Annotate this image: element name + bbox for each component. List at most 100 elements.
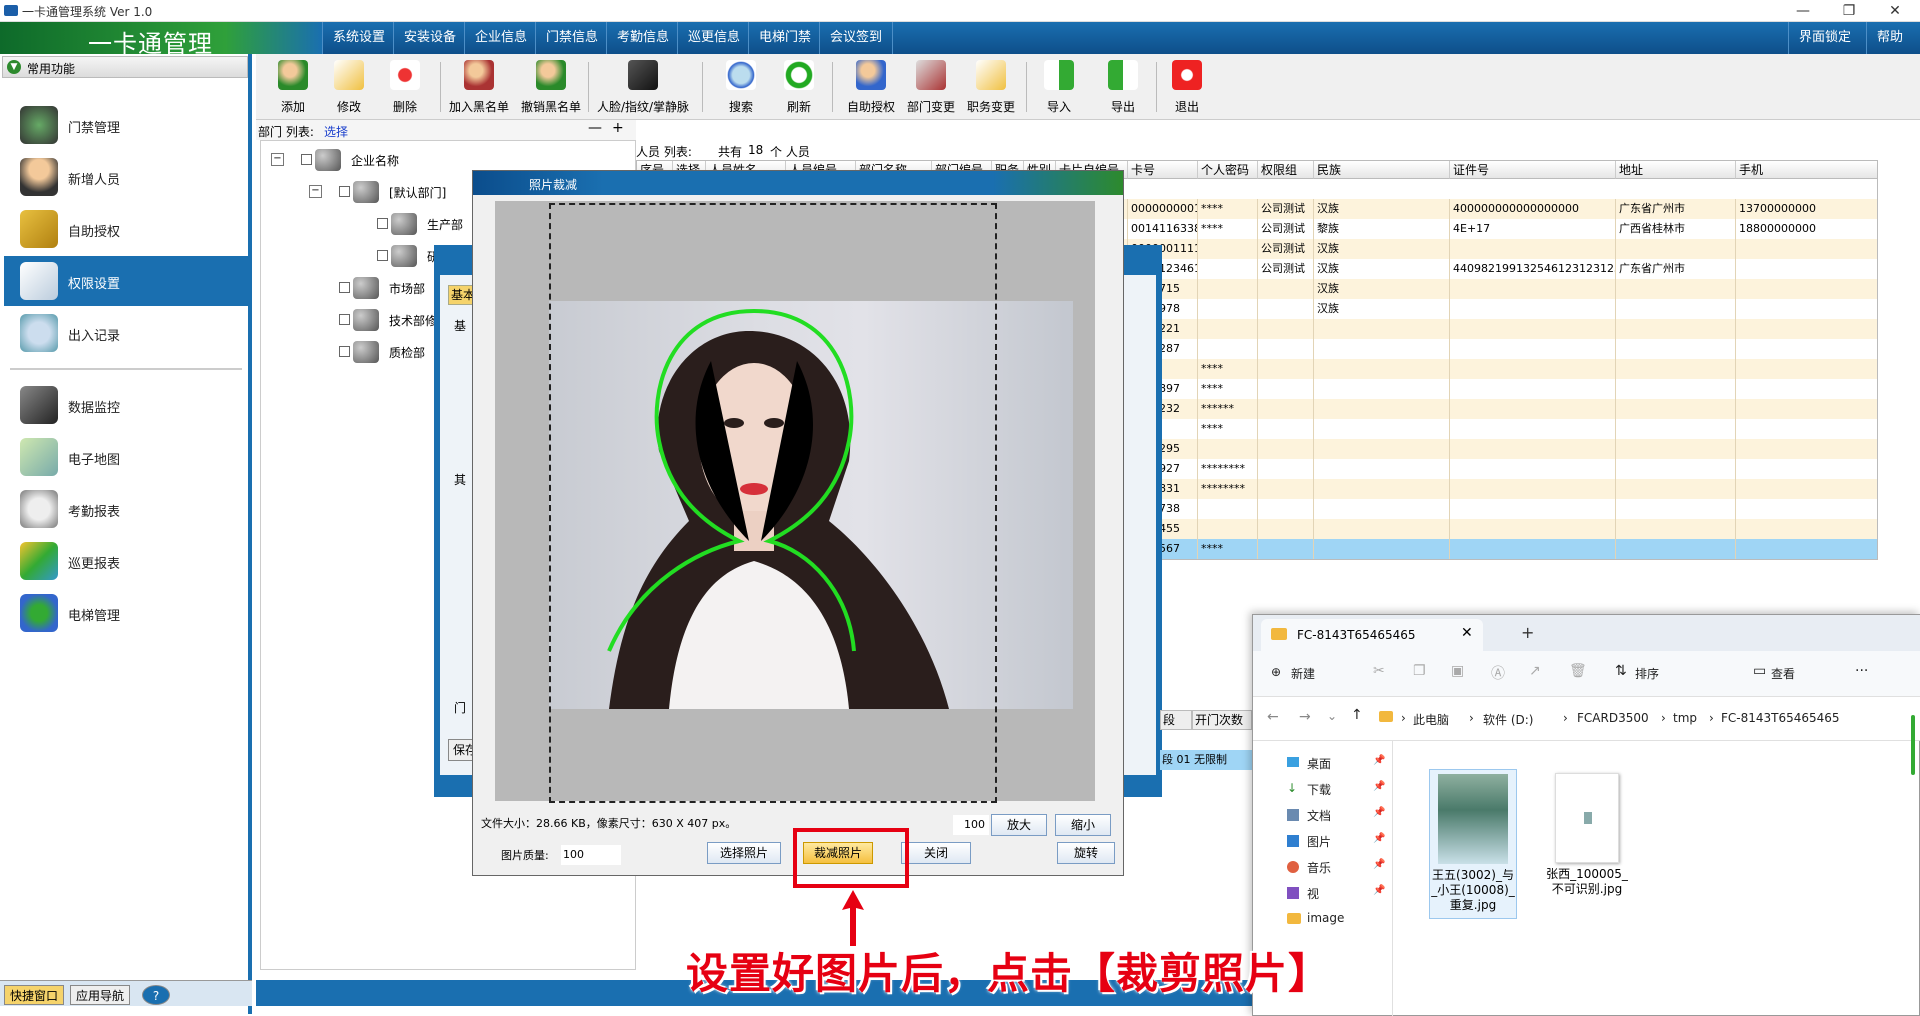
import-button[interactable]: 导入 [1030, 54, 1088, 120]
sidebar-item-map[interactable]: 电子地图 [4, 432, 248, 482]
menu-attendance-info[interactable]: 考勤信息 [606, 22, 679, 54]
view-icon[interactable]: ▭ [1753, 663, 1766, 679]
col-header[interactable]: 地址 [1616, 161, 1736, 179]
menu-system-settings[interactable]: 系统设置 [322, 22, 395, 54]
tree-checkbox[interactable] [339, 346, 350, 357]
pin-icon[interactable]: 📌 [1373, 755, 1385, 766]
quality-input[interactable]: 100 [561, 845, 621, 865]
tree-node-root[interactable]: 企业名称 [301, 149, 501, 171]
file-item[interactable]: 王五(3002)_与_小王(10008)_重复.jpg [1429, 769, 1517, 919]
sidebar-item-monitor[interactable]: 数据监控 [4, 380, 248, 430]
forward-icon[interactable]: → [1299, 709, 1311, 725]
zoom-in-button[interactable]: 放大 [991, 814, 1047, 836]
rename-icon[interactable]: Ⓐ [1491, 663, 1505, 683]
path-segment[interactable]: 此电脑 [1413, 711, 1449, 728]
nav-downloads[interactable]: 下载 [1307, 781, 1331, 798]
tree-collapse-icon[interactable]: − [309, 185, 322, 198]
file-item[interactable]: 张西_100005_不可识别.jpg [1543, 769, 1631, 919]
col-header[interactable]: 手机 [1736, 161, 1877, 179]
nav-desktop[interactable]: 桌面 [1307, 755, 1331, 772]
new-icon[interactable]: ⊕ [1271, 665, 1281, 679]
expand-tree-button[interactable]: + [612, 120, 624, 136]
cut-icon[interactable]: ✂ [1373, 663, 1385, 679]
sort-icon[interactable]: ⇅ [1615, 663, 1627, 679]
pin-icon[interactable]: 📌 [1373, 885, 1385, 896]
collapse-icon[interactable]: ▼ [7, 60, 21, 74]
sidebar-item-attendance-report[interactable]: 考勤报表 [4, 484, 248, 534]
export-button[interactable]: 导出 [1094, 54, 1152, 120]
sidebar-item-permission[interactable]: 权限设置 [4, 256, 248, 306]
nav-image[interactable]: image [1307, 911, 1344, 925]
copy-icon[interactable]: ❐ [1413, 663, 1426, 679]
lock-screen-button[interactable]: 界面锁定 [1788, 22, 1861, 54]
sidebar-header[interactable]: ▼ 常用功能 [2, 56, 248, 78]
tree-checkbox[interactable] [301, 154, 312, 165]
pin-icon[interactable]: 📌 [1373, 807, 1385, 818]
new-button[interactable]: 新建 [1291, 665, 1315, 682]
nav-documents[interactable]: 文档 [1307, 807, 1331, 824]
app-nav-tab[interactable]: 应用导航 [70, 985, 131, 1005]
path-segment[interactable]: tmp [1673, 711, 1697, 725]
delete-button[interactable]: 删除 [376, 54, 434, 120]
col-header[interactable]: 权限组 [1258, 161, 1314, 179]
add-blacklist-button[interactable]: 加入黑名单 [449, 54, 509, 120]
crop-frame[interactable] [549, 203, 997, 803]
refresh-button[interactable]: 刷新 [770, 54, 828, 120]
sidebar-item-new-person[interactable]: 新增人员 [4, 152, 248, 202]
position-change-button[interactable]: 职务变更 [962, 54, 1020, 120]
paste-icon[interactable]: ▣ [1451, 663, 1464, 679]
scrollbar[interactable] [1911, 715, 1915, 775]
tree-checkbox[interactable] [339, 282, 350, 293]
grid-cell[interactable]: 段 01 [1160, 750, 1192, 770]
close-button[interactable]: 关闭 [901, 842, 971, 864]
tree-checkbox[interactable] [339, 314, 350, 325]
delete-icon[interactable]: 🗑 [1569, 663, 1587, 679]
pin-icon[interactable]: 📌 [1373, 833, 1385, 844]
new-tab-icon[interactable]: + [1521, 623, 1534, 642]
sort-button[interactable]: 排序 [1635, 665, 1659, 682]
zoom-value[interactable]: 100 [953, 815, 989, 835]
nav-pictures[interactable]: 图片 [1307, 833, 1331, 850]
share-icon[interactable]: ↗ [1529, 663, 1541, 679]
up-icon[interactable]: ↑ [1351, 707, 1363, 723]
view-button[interactable]: 查看 [1771, 665, 1795, 682]
col-header[interactable]: 卡号 [1128, 161, 1198, 179]
menu-elevator-access[interactable]: 电梯门禁 [748, 22, 821, 54]
pin-icon[interactable]: 📌 [1373, 781, 1385, 792]
sidebar-item-records[interactable]: 出入记录 [4, 308, 248, 358]
sidebar-item-access-control[interactable]: 门禁管理 [4, 100, 248, 150]
col-header[interactable]: 个人密码 [1198, 161, 1258, 179]
menu-access-info[interactable]: 门禁信息 [535, 22, 608, 54]
tree-checkbox[interactable] [339, 186, 350, 197]
menu-patrol-info[interactable]: 巡更信息 [677, 22, 750, 54]
tree-collapse-icon[interactable]: − [271, 153, 284, 166]
select-photo-button[interactable]: 选择照片 [707, 842, 781, 864]
sidebar-item-self-auth[interactable]: 自助授权 [4, 204, 248, 254]
path-segment[interactable]: 软件 (D:) [1483, 711, 1533, 728]
exit-button[interactable]: 退出 [1158, 54, 1216, 120]
explorer-tab[interactable]: FC-8143T65465465 ✕ [1261, 619, 1483, 651]
sidebar-item-patrol-report[interactable]: 巡更报表 [4, 536, 248, 586]
col-header[interactable]: 民族 [1314, 161, 1450, 179]
nav-videos[interactable]: 视 [1307, 885, 1319, 902]
restore-icon[interactable]: ❐ [1826, 0, 1872, 22]
remove-blacklist-button[interactable]: 撤销黑名单 [521, 54, 581, 120]
pin-icon[interactable]: 📌 [1373, 859, 1385, 870]
grid-cell[interactable]: 无限制 [1192, 750, 1252, 770]
minimize-icon[interactable]: — [1780, 0, 1826, 22]
tree-checkbox[interactable] [377, 250, 388, 261]
tree-checkbox[interactable] [377, 218, 388, 229]
rotate-button[interactable]: 旋转 [1057, 842, 1115, 864]
menu-meeting-signin[interactable]: 会议签到 [819, 22, 894, 54]
help-icon[interactable]: ? [142, 985, 170, 1005]
zoom-out-button[interactable]: 缩小 [1055, 814, 1111, 836]
more-button[interactable]: ··· [1855, 663, 1868, 679]
close-icon[interactable]: ✕ [1872, 0, 1918, 22]
biometric-button[interactable]: 人脸/指纹/掌静脉 [597, 54, 689, 120]
nav-music[interactable]: 音乐 [1307, 859, 1331, 876]
col-header[interactable]: 证件号 [1450, 161, 1616, 179]
quick-window-tab[interactable]: 快捷窗口 [4, 985, 65, 1005]
help-button[interactable]: 帮助 [1866, 22, 1913, 54]
path-segment[interactable]: FC-8143T65465465 [1721, 711, 1840, 725]
close-tab-icon[interactable]: ✕ [1461, 625, 1473, 641]
